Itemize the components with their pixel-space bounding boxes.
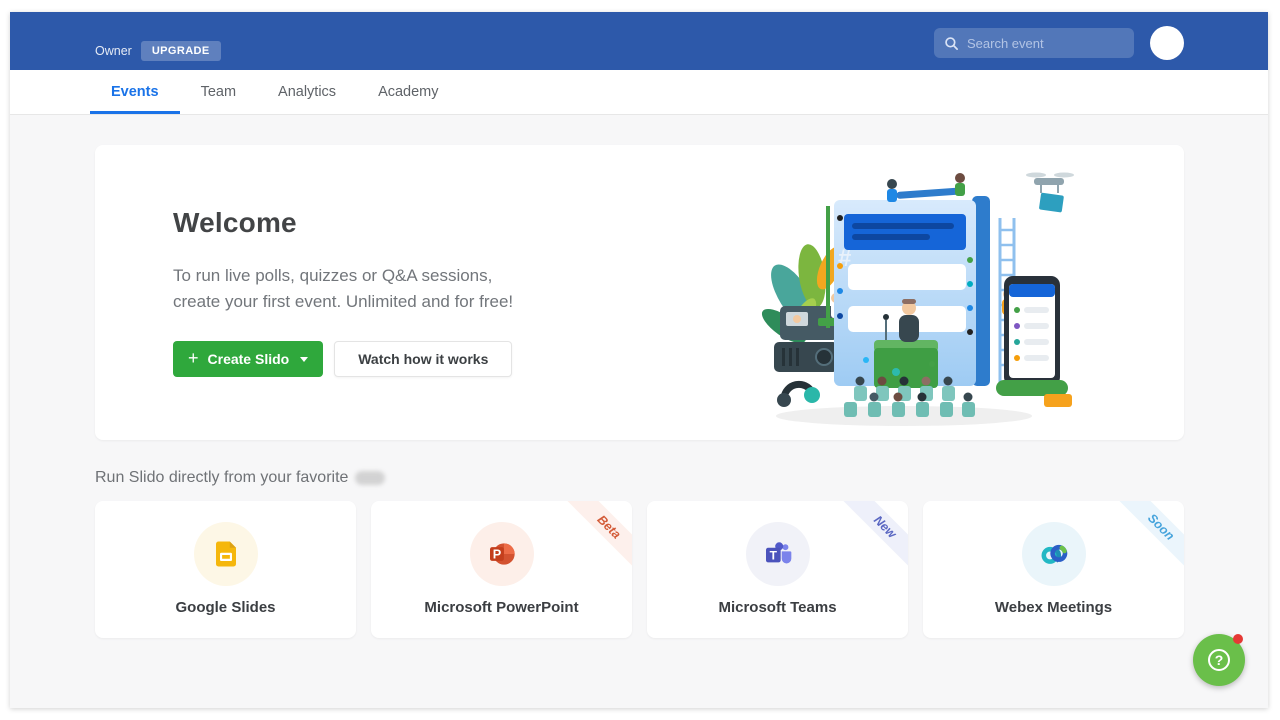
- google-slides-icon: [194, 522, 258, 586]
- integration-cards: Google Slides Beta P Microsoft PowerPoin…: [95, 501, 1184, 638]
- tab-academy[interactable]: Academy: [357, 70, 459, 114]
- tab-analytics[interactable]: Analytics: [257, 70, 357, 114]
- create-slido-label: Create Slido: [208, 351, 290, 367]
- nav-tabs: Events Team Analytics Academy: [10, 70, 1268, 115]
- watch-how-it-works-button[interactable]: Watch how it works: [334, 341, 512, 377]
- soon-ribbon-label: Soon: [1114, 501, 1184, 574]
- webex-icon: [1022, 522, 1086, 586]
- search-box[interactable]: [934, 28, 1134, 58]
- beta-ribbon-label: Beta: [562, 501, 632, 574]
- owner-role-label: Owner: [95, 44, 132, 58]
- card-microsoft-teams[interactable]: New T Microsoft Teams: [647, 501, 908, 638]
- beta-ribbon: Beta: [558, 501, 632, 575]
- tab-events[interactable]: Events: [90, 70, 180, 114]
- upgrade-button[interactable]: UPGRADE: [141, 41, 221, 61]
- account-info: Owner UPGRADE: [95, 41, 221, 61]
- search-input[interactable]: [967, 36, 1143, 51]
- integrations-section-label: Run Slido directly from your favorite: [95, 469, 1184, 487]
- help-button[interactable]: ?: [1193, 634, 1245, 686]
- card-label: Microsoft Teams: [718, 599, 836, 616]
- new-ribbon: New: [834, 501, 908, 575]
- plus-icon: +: [188, 349, 199, 367]
- powerpoint-icon: P: [470, 522, 534, 586]
- welcome-actions: + Create Slido Watch how it works: [173, 341, 615, 377]
- chevron-down-icon: [300, 357, 308, 362]
- notification-dot: [1233, 634, 1243, 644]
- welcome-card: Welcome To run live polls, quizzes or Q&…: [95, 145, 1184, 440]
- welcome-line-2: create your first event. Unlimited and f…: [173, 289, 615, 315]
- card-label: Webex Meetings: [995, 599, 1112, 616]
- welcome-description: To run live polls, quizzes or Q&A sessio…: [173, 263, 615, 315]
- create-slido-button[interactable]: + Create Slido: [173, 341, 323, 377]
- welcome-line-1: To run live polls, quizzes or Q&A sessio…: [173, 263, 615, 289]
- soon-ribbon: Soon: [1110, 501, 1184, 575]
- powerpoint-letter: P: [492, 548, 501, 562]
- card-webex-meetings[interactable]: Soon Webex Meetings: [923, 501, 1184, 638]
- card-label: Google Slides: [175, 599, 275, 616]
- avatar[interactable]: [1150, 26, 1184, 60]
- main-content: Welcome To run live polls, quizzes or Q&…: [10, 115, 1268, 708]
- top-bar: Owner UPGRADE: [10, 12, 1268, 70]
- search-icon: [944, 36, 959, 51]
- redacted-word: [355, 471, 385, 485]
- section-label-text: Run Slido directly from your favorite: [95, 469, 348, 487]
- welcome-illustration: #: [746, 148, 1078, 436]
- teams-icon: T: [746, 522, 810, 586]
- welcome-copy: Welcome To run live polls, quizzes or Q&…: [95, 145, 615, 377]
- tab-team[interactable]: Team: [180, 70, 257, 114]
- teams-letter: T: [769, 548, 777, 562]
- card-label: Microsoft PowerPoint: [424, 599, 578, 616]
- new-ribbon-label: New: [838, 501, 908, 574]
- app-window: Owner UPGRADE Events Team Analytics Acad…: [10, 12, 1268, 708]
- card-google-slides[interactable]: Google Slides: [95, 501, 356, 638]
- question-mark-icon: ?: [1208, 649, 1230, 671]
- card-microsoft-powerpoint[interactable]: Beta P Microsoft PowerPoint: [371, 501, 632, 638]
- top-bar-right: [934, 26, 1184, 60]
- page-title: Welcome: [173, 207, 615, 239]
